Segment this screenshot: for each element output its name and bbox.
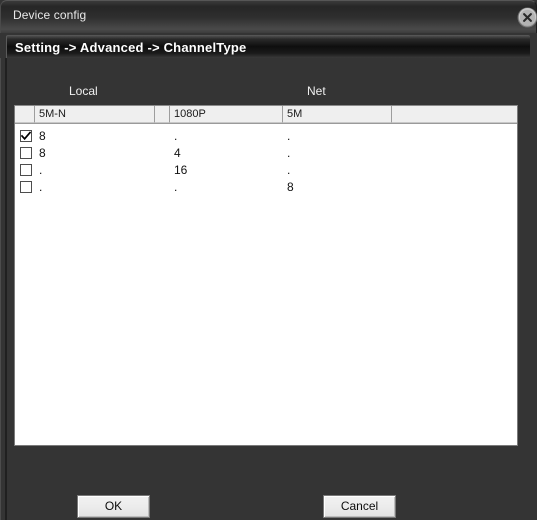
ok-button[interactable]: OK: [77, 495, 150, 518]
group-label-local: Local: [69, 84, 98, 98]
table-header-cell-blank: [392, 106, 517, 123]
table-row[interactable]: 8..: [15, 128, 517, 145]
table-header-row: 5M-N 1080P 5M: [15, 106, 517, 124]
table-header-cell-gap: [155, 106, 170, 123]
table-header-cell-1080p[interactable]: 1080P: [170, 106, 283, 123]
table-cell: .: [39, 180, 43, 194]
table-cell: .: [287, 129, 291, 143]
table-row[interactable]: 8 4.: [15, 145, 517, 162]
breadcrumb-text: Setting -> Advanced -> ChannelType: [15, 40, 247, 55]
table-cell: .: [287, 163, 291, 177]
table-cell: 16: [174, 163, 188, 177]
table-cell: .: [174, 180, 178, 194]
table-cell: 4: [174, 146, 181, 160]
channel-type-table: 5M-N 1080P 5M 8.. 8 4.. 16... 8: [14, 105, 518, 446]
row-checkbox[interactable]: [20, 181, 32, 193]
table-header-cell-checkbox: [15, 106, 35, 123]
table-cell: .: [287, 146, 291, 160]
table-row[interactable]: . 16.: [15, 162, 517, 179]
group-label-net: Net: [307, 84, 326, 98]
cancel-button[interactable]: Cancel: [323, 495, 396, 518]
row-checkbox[interactable]: [20, 147, 32, 159]
device-config-window: Device config Setting -> Advanced -> Cha…: [0, 0, 537, 520]
table-header-cell-5mn[interactable]: 5M-N: [35, 106, 155, 123]
window-titlebar: Device config: [0, 0, 537, 33]
table-cell: 8: [287, 180, 294, 194]
table-row[interactable]: .. 8: [15, 179, 517, 196]
close-icon[interactable]: [517, 7, 537, 28]
table-cell: .: [39, 163, 43, 177]
table-cell: 8: [39, 129, 46, 143]
row-checkbox[interactable]: [20, 164, 32, 176]
left-rail-divider: [5, 58, 7, 520]
table-cell: 8: [39, 146, 46, 160]
window-title: Device config: [13, 8, 87, 22]
row-checkbox-checked[interactable]: [20, 130, 32, 142]
breadcrumb: Setting -> Advanced -> ChannelType: [6, 35, 530, 58]
table-header-cell-5m[interactable]: 5M: [283, 106, 392, 123]
table-body: 8.. 8 4.. 16... 8: [15, 124, 517, 445]
table-cell: .: [174, 129, 178, 143]
